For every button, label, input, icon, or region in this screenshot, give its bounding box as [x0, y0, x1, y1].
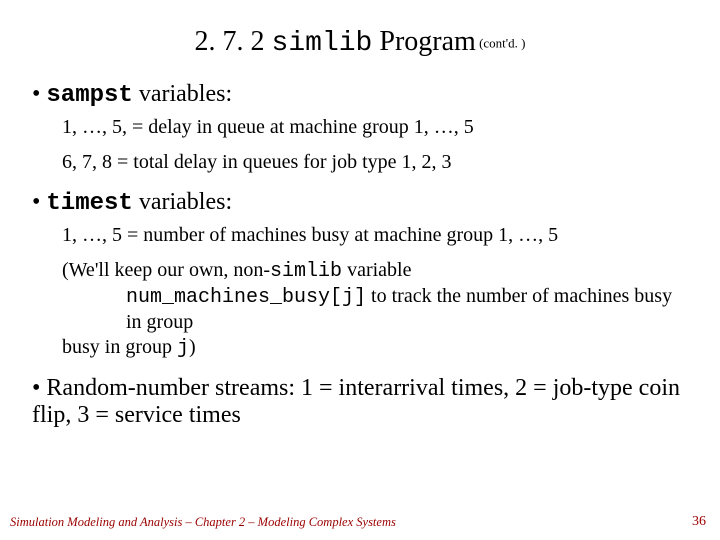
title-contd: (cont'd. ): [476, 36, 526, 51]
bullet-sampst: sampst variables:: [32, 81, 692, 109]
bullet-list-3: Random-number streams: 1 = interarrival …: [28, 375, 692, 429]
bullet-random: Random-number streams: 1 = interarrival …: [32, 375, 692, 429]
sampst-line1: 1, …, 5, = delay in queue at machine gro…: [62, 115, 692, 140]
sampst-label: variables:: [133, 81, 232, 107]
bullet-list: sampst variables:: [28, 81, 692, 109]
timest-l2-tail: busy in group: [62, 336, 177, 358]
timest-l2a: (We'll keep our own, non-: [62, 259, 270, 281]
sampst-line2: 6, 7, 8 = total delay in queues for job …: [62, 150, 692, 175]
title-rest: Program: [372, 26, 475, 57]
title-code: simlib: [272, 28, 373, 59]
bullet-timest: timest variables:: [32, 189, 692, 217]
timest-line1: 1, …, 5 = number of machines busy at mac…: [62, 223, 692, 248]
timest-label: variables:: [133, 189, 232, 215]
title-section: 2. 7. 2: [195, 26, 272, 57]
timest-l2-code1: simlib: [270, 260, 342, 283]
sampst-code: sampst: [46, 82, 132, 109]
timest-line2: (We'll keep our own, non-simlib variable…: [62, 258, 692, 361]
bullet-list-2: timest variables:: [28, 189, 692, 217]
random-text: Random-number streams: 1 = interarrival …: [32, 375, 680, 428]
timest-l2-code3: j: [177, 337, 189, 360]
timest-l2d: ): [189, 336, 196, 358]
footer-text: Simulation Modeling and Analysis – Chapt…: [10, 515, 396, 530]
timest-code: timest: [46, 190, 132, 217]
page-number: 36: [692, 514, 706, 530]
timest-l2b: variable: [342, 259, 411, 281]
timest-l2-code2: num_machines_busy[j]: [126, 286, 366, 309]
slide-title: 2. 7. 2 simlib Program (cont'd. ): [28, 26, 692, 59]
